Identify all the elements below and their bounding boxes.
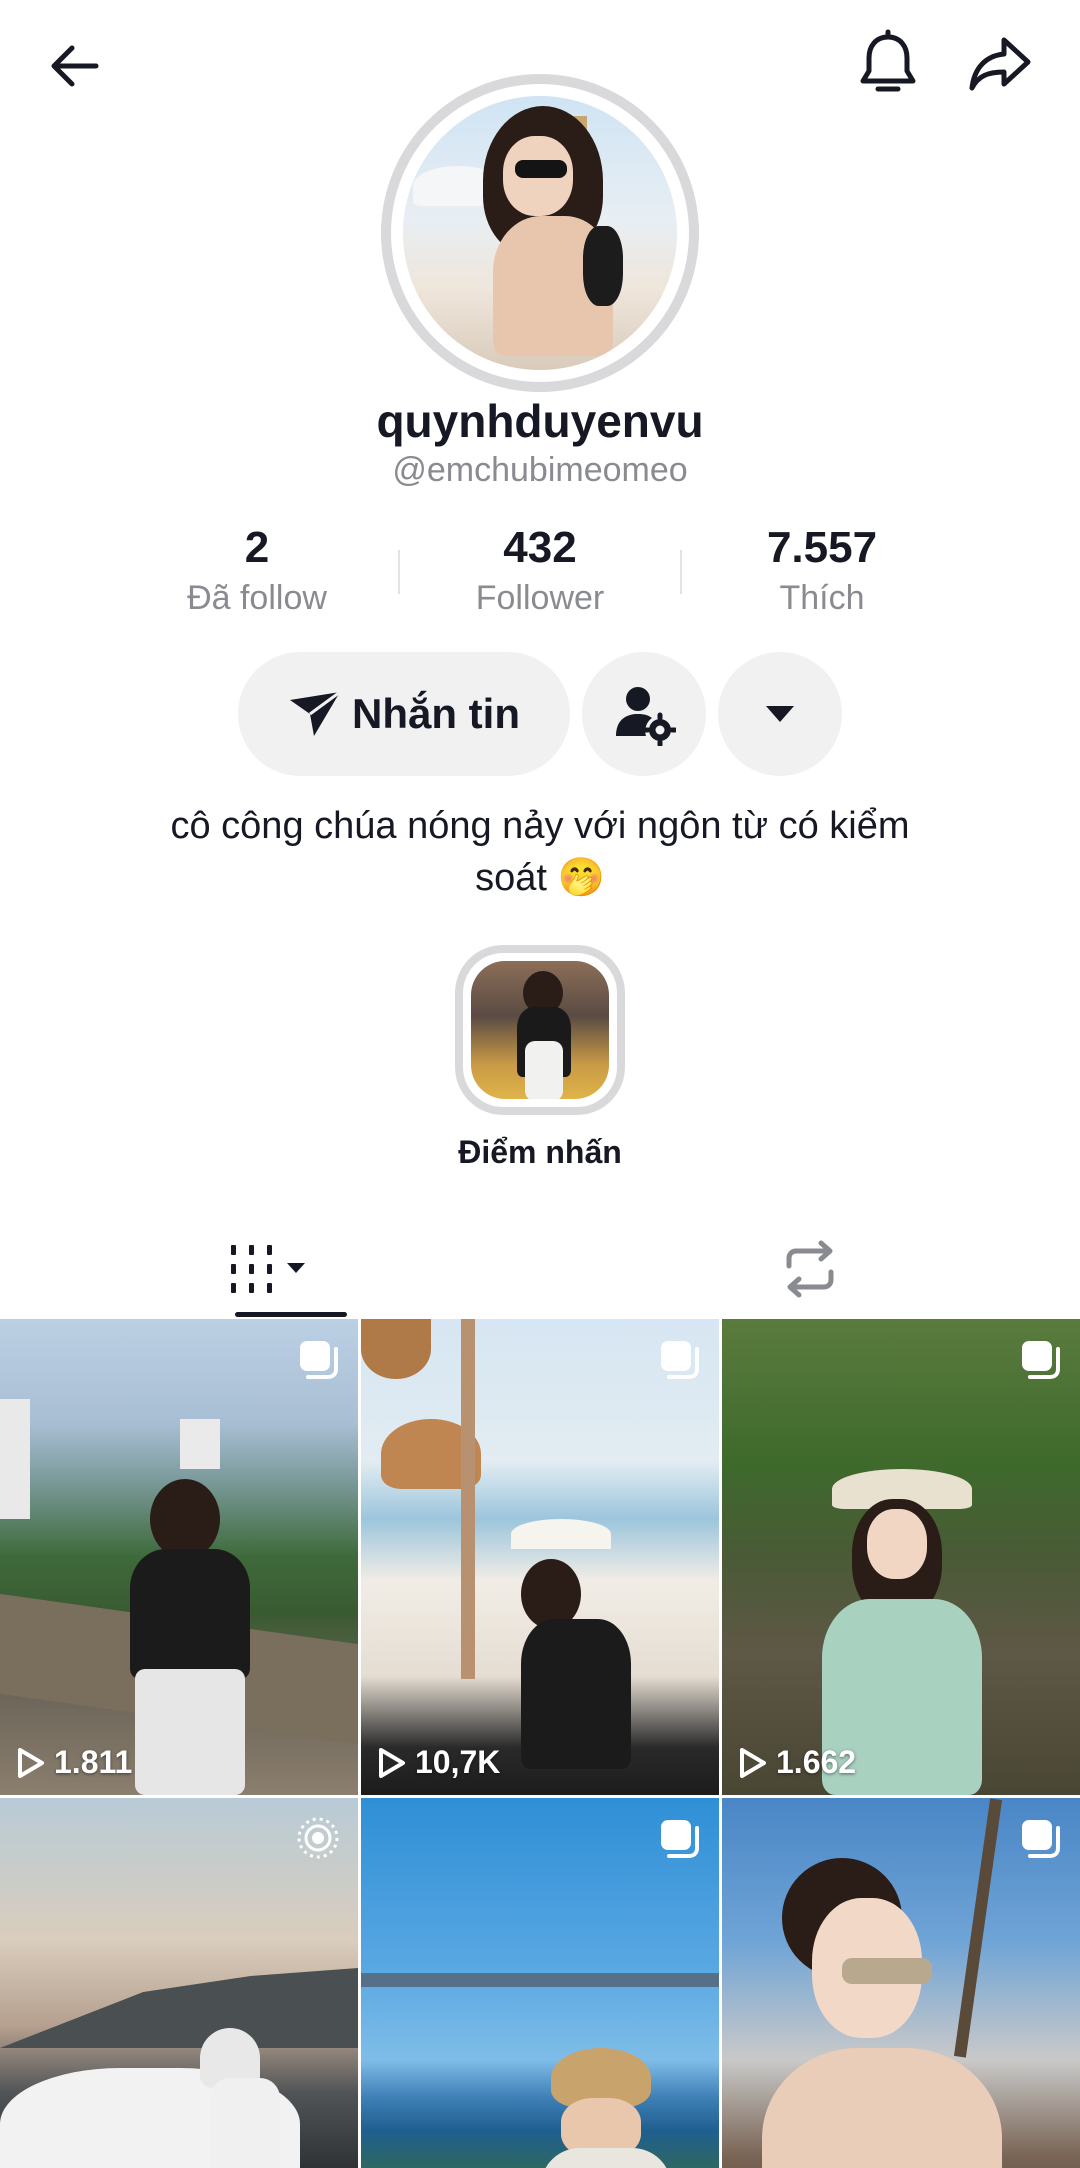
share-button[interactable] (958, 22, 1042, 106)
notification-button[interactable] (846, 22, 930, 106)
following-label: Đã follow (187, 579, 327, 617)
video-tile[interactable] (0, 1798, 358, 2168)
likes-stat[interactable]: 7.557 Thích (697, 522, 947, 620)
send-icon (290, 690, 341, 736)
grid-icon (231, 1245, 305, 1293)
bio-line-2: soát 🤭 (475, 857, 605, 899)
more-options-button[interactable] (718, 652, 842, 776)
tab-reposts[interactable] (540, 1220, 1080, 1318)
friend-settings-button[interactable] (582, 652, 706, 776)
profile-avatar[interactable] (381, 74, 699, 392)
video-tile[interactable]: 1.662 (722, 1319, 1080, 1795)
multi-photo-icon (1022, 1820, 1060, 1858)
profile-stats: 2 Đã follow 432 Follower 7.557 Thích (0, 522, 1080, 622)
following-stat[interactable]: 2 Đã follow (132, 522, 382, 620)
play-icon (740, 1747, 766, 1778)
repost-icon (786, 1240, 834, 1298)
bell-icon (860, 29, 916, 92)
followers-count: 432 (503, 523, 577, 572)
highlight-photo (471, 961, 609, 1099)
view-count: 10,7K (377, 1744, 500, 1781)
video-tile[interactable] (361, 1798, 719, 2168)
video-tile[interactable]: 10,7K (361, 1319, 719, 1795)
stat-divider (680, 550, 682, 594)
back-button[interactable] (32, 24, 116, 108)
play-icon (18, 1747, 44, 1778)
live-photo-icon (297, 1817, 339, 1859)
followers-stat[interactable]: 432 Follower (415, 522, 665, 620)
profile-username: quynhduyenvu (376, 395, 704, 447)
chevron-down-icon (766, 706, 794, 722)
video-tile[interactable]: 1.811 (0, 1319, 358, 1795)
user-settings-icon (616, 687, 676, 746)
message-button[interactable]: Nhắn tin (238, 652, 570, 776)
stat-divider (398, 550, 400, 594)
share-icon (969, 37, 1031, 91)
video-grid: 1.811 10,7K 1.662 (0, 1319, 1080, 2168)
highlight-label: Điểm nhấn (458, 1134, 622, 1170)
multi-photo-icon (1022, 1341, 1060, 1379)
following-count: 2 (244, 523, 270, 572)
likes-count: 7.557 (766, 523, 878, 572)
back-arrow-icon (51, 45, 99, 87)
view-count: 1.811 (16, 1744, 132, 1781)
highlight-cover[interactable] (455, 945, 625, 1115)
profile-actions: Nhắn tin (0, 652, 1080, 776)
profile-handle: @emchubimeomeo (392, 451, 688, 489)
multi-photo-icon (661, 1820, 699, 1858)
followers-label: Follower (475, 579, 605, 617)
video-tile[interactable] (722, 1798, 1080, 2168)
active-tab-indicator (235, 1312, 347, 1317)
message-button-label: Nhắn tin (352, 690, 520, 737)
multi-photo-icon (661, 1341, 699, 1379)
avatar-photo (403, 96, 677, 370)
tab-videos[interactable] (0, 1220, 540, 1318)
likes-label: Thích (779, 579, 865, 617)
view-count: 1.662 (738, 1744, 856, 1781)
bio-line-1: cô công chúa nóng nảy với ngôn từ có kiể… (170, 805, 910, 847)
multi-photo-icon (300, 1341, 338, 1379)
profile-bio: cô công chúa nóng nảy với ngôn từ có kiể… (100, 800, 980, 904)
play-icon (379, 1747, 405, 1778)
content-tabs (0, 1220, 1080, 1318)
